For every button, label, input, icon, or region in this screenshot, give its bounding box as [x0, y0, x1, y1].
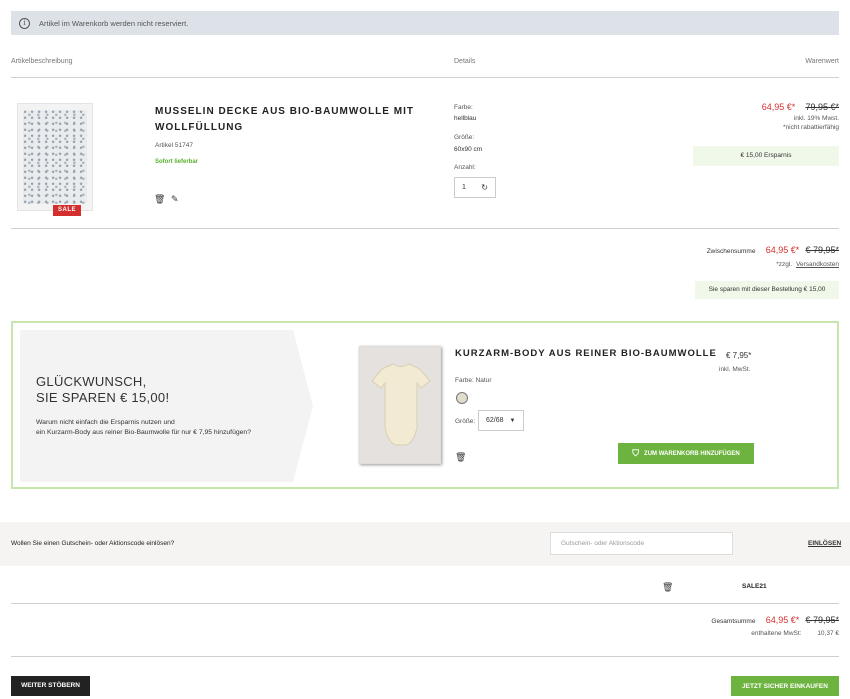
- item-price: 64,95 €*: [761, 102, 796, 112]
- promo-vat: inkl. MwSt.: [719, 366, 751, 373]
- total-price: 64,95 €*: [765, 615, 800, 625]
- promo-arrow-panel: [20, 330, 313, 482]
- notice-text: Artikel im Warenkorb werden nicht reserv…: [39, 18, 189, 28]
- divider: [11, 228, 839, 229]
- promo-product-image[interactable]: [359, 346, 441, 464]
- total-row: Gesamtsumme 64,95 €* € 79,95*: [711, 615, 839, 625]
- promo-desc-line2: ein Kurzarm-Body aus reiner Bio-Baumwoll…: [36, 429, 251, 436]
- qty-value: 1: [462, 184, 466, 191]
- header-description: Artikelbeschreibung: [11, 58, 73, 65]
- header-value: Warenwert: [805, 58, 839, 65]
- divider: [11, 77, 839, 78]
- total-vat: enthaltene MwSt: 10,37 €: [751, 630, 839, 637]
- voucher-question: Wollen Sie einen Gutschein- oder Aktions…: [11, 540, 175, 547]
- promo-product-title[interactable]: KURZARM-BODY AUS REINER BIO-BAUMWOLLE: [455, 348, 717, 359]
- product-title-line1: MUSSELIN DECKE AUS BIO-BAUMWOLLE MIT: [155, 106, 414, 117]
- blanket-picture: [23, 110, 87, 204]
- shipping-link[interactable]: Versandkosten: [796, 261, 839, 268]
- total-vat-label: enthaltene MwSt:: [751, 630, 802, 637]
- promo-color-label: Farbe: Natur: [455, 377, 492, 384]
- promo-desc-line1: Warum nicht einfach die Ersparnis nutzen…: [36, 419, 175, 426]
- info-icon: i: [19, 17, 30, 29]
- item-old-price: 79,95 €*: [805, 102, 839, 112]
- color-value: hellblau: [454, 115, 477, 122]
- promo-size-label: Größe:: [455, 418, 476, 425]
- total-old-price: € 79,95*: [805, 615, 839, 625]
- color-label: Farbe:: [454, 104, 473, 111]
- redeem-link[interactable]: EINLÖSEN: [808, 540, 841, 547]
- caret-down-icon: ▼: [509, 417, 516, 424]
- add-to-cart-button[interactable]: ⛉ ZUM WARENKORB HINZUFÜGEN: [618, 443, 754, 464]
- notice-bar: i Artikel im Warenkorb werden nicht rese…: [11, 11, 839, 35]
- availability: Sofort lieferbar: [155, 159, 199, 165]
- size-select[interactable]: 62/68 ▼: [478, 410, 524, 431]
- vat-note: inkl. 19% Mwst.: [793, 115, 839, 122]
- add-to-cart-label: ZUM WARENKORB HINZUFÜGEN: [644, 450, 740, 457]
- bodysuit-picture: [371, 363, 431, 446]
- promo-headline-line1: GLÜCKWUNSCH,: [36, 374, 147, 389]
- color-swatch[interactable]: [456, 392, 468, 404]
- refresh-icon[interactable]: ↻: [481, 183, 488, 192]
- savings-box: € 15,00 Ersparnis: [693, 146, 839, 166]
- subtotal-row: Zwischensumme 64,95 €* € 79,95*: [707, 245, 839, 255]
- applied-code: SALE21: [742, 583, 767, 590]
- checkout-button[interactable]: JETZT SICHER EINKAUFEN: [731, 676, 839, 696]
- cart-icon: ⛉: [632, 448, 640, 458]
- size-select-value: 62/68: [486, 417, 504, 424]
- sale-badge: SALE: [53, 205, 81, 216]
- shipping-note: *zzgl. Versandkosten: [776, 261, 839, 268]
- total-vat-value: 10,37 €: [817, 630, 839, 637]
- edit-icon[interactable]: ✎: [171, 194, 179, 205]
- promo-headline: GLÜCKWUNSCH, SIE SPAREN € 15,00!: [36, 374, 169, 406]
- shipping-prefix: *zzgl.: [776, 261, 793, 268]
- subtotal-old-price: € 79,95*: [805, 245, 839, 255]
- subtotal-price: 64,95 €*: [765, 245, 800, 255]
- divider: [11, 656, 839, 657]
- trash-icon[interactable]: 🗑: [455, 452, 466, 463]
- quantity-field[interactable]: 1 ↻: [454, 177, 496, 198]
- subtotal-label: Zwischensumme: [706, 248, 756, 255]
- product-image[interactable]: [17, 103, 93, 211]
- item-price-block: 64,95 €* 79,95 €* inkl. 19% Mwst. *nicht…: [762, 102, 839, 131]
- voucher-input[interactable]: Gutschein- oder Aktionscode: [550, 532, 733, 555]
- size-value: 60x90 cm: [454, 146, 483, 153]
- promo-headline-line2: SIE SPAREN € 15,00!: [36, 390, 170, 405]
- trash-icon[interactable]: 🗑: [662, 582, 673, 593]
- size-label: Größe:: [454, 134, 475, 141]
- product-title[interactable]: MUSSELIN DECKE AUS BIO-BAUMWOLLE MIT WOL…: [155, 104, 415, 136]
- total-label: Gesamtsumme: [711, 618, 756, 625]
- qty-label: Anzahl:: [454, 164, 476, 171]
- header-details: Details: [454, 58, 476, 65]
- promo-price: € 7,95*: [726, 351, 752, 360]
- divider: [11, 603, 839, 604]
- continue-shopping-button[interactable]: WEITER STÖBERN: [11, 676, 90, 696]
- trash-icon[interactable]: 🗑: [154, 194, 165, 205]
- product-title-line2: WOLLFÜLLUNG: [155, 122, 244, 133]
- promo-description: Warum nicht einfach die Ersparnis nutzen…: [36, 418, 251, 438]
- discount-note: *nicht rabattierfähig: [782, 124, 839, 131]
- order-savings: Sie sparen mit dieser Bestellung € 15,00: [695, 281, 839, 299]
- article-number: Artikel 51747: [155, 142, 193, 149]
